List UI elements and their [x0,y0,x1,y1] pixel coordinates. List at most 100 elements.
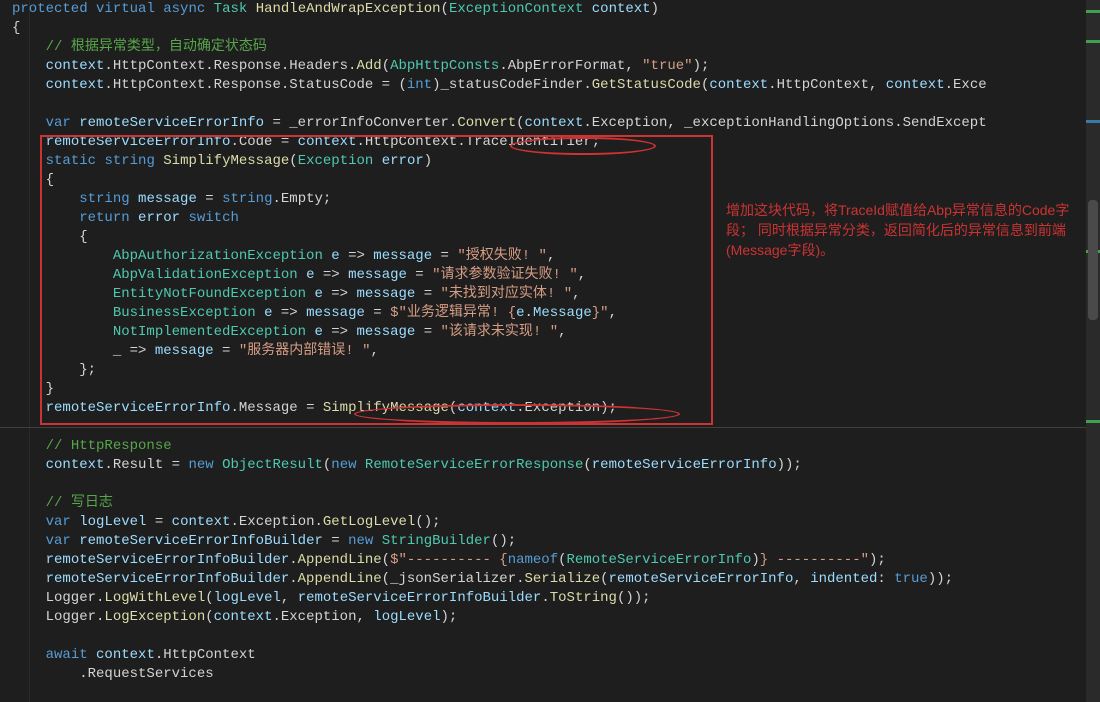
vertical-scrollbar[interactable] [1086,0,1100,702]
code-token-kw: string [79,191,129,207]
code-token-pl: ); [869,552,886,568]
code-token-pl: { [12,229,88,245]
code-token-pl [12,210,79,226]
code-token-param: message [155,343,214,359]
code-token-pl: ()); [617,590,651,606]
code-token-kw: async [163,1,205,17]
code-token-method: Add [356,58,381,74]
code-line[interactable]: protected virtual async Task HandleAndWr… [12,0,1087,19]
code-token-comment: // 写日志 [46,495,113,511]
code-token-pl: .Message = [230,400,322,416]
code-token-param: context [457,400,516,416]
code-token-pl: .RequestServices [12,666,214,682]
code-editor[interactable]: protected virtual async Task HandleAndWr… [12,0,1087,684]
code-line[interactable] [12,475,1087,494]
code-token-pl [298,267,306,283]
code-line[interactable]: remoteServiceErrorInfo.Message = Simplif… [12,399,1087,418]
code-token-param: context [525,115,584,131]
code-token-pl: (_jsonSerializer. [382,571,525,587]
code-token-pl [12,533,46,549]
code-line[interactable]: BusinessException e => message = $"业务逻辑异… [12,304,1087,323]
code-line[interactable]: remoteServiceErrorInfoBuilder.AppendLine… [12,570,1087,589]
code-token-pl [12,153,46,169]
code-token-pl: = [365,305,390,321]
code-token-type: AbpValidationException [113,267,298,283]
code-line[interactable]: var logLevel = context.Exception.GetLogL… [12,513,1087,532]
code-token-pl [12,628,20,644]
code-line[interactable]: AbpValidationException e => message = "请… [12,266,1087,285]
code-token-type: NotImplementedException [113,324,306,340]
annotation-note: 增加这块代码，将TraceId赋值给Abp异常信息的Code字段； 同时根据异常… [726,200,1086,260]
scrollbar-info-mark [1086,120,1100,123]
code-token-kw: await [46,647,88,663]
code-token-pl: .HttpContext.Response.Headers. [104,58,356,74]
code-line[interactable]: // HttpResponse [12,437,1087,456]
code-token-str: } ----------" [760,552,869,568]
code-token-pl: _ => [12,343,155,359]
code-token-pl: .AbpErrorFormat, [499,58,642,74]
scrollbar-thumb[interactable] [1088,200,1098,320]
code-line[interactable]: remoteServiceErrorInfo.Code = context.Ht… [12,133,1087,152]
code-line[interactable]: context.Result = new ObjectResult(new Re… [12,456,1087,475]
code-line[interactable] [12,95,1087,114]
code-token-pl [12,191,79,207]
code-line[interactable]: context.HttpContext.Response.Headers.Add… [12,57,1087,76]
code-token-param: context [886,77,945,93]
code-token-kw: string [222,191,272,207]
code-line[interactable]: var remoteServiceErrorInfoBuilder = new … [12,532,1087,551]
code-token-method: GetStatusCode [592,77,701,93]
code-token-kw: new [348,533,373,549]
code-token-method: Serialize [525,571,601,587]
code-token-pl: Logger. [12,609,104,625]
code-line[interactable]: _ => message = "服务器内部错误! ", [12,342,1087,361]
code-token-pl [12,324,113,340]
code-token-pl: .Code = [230,134,297,150]
code-token-param: context [592,1,651,17]
code-token-pl [71,115,79,131]
code-line[interactable]: }; [12,361,1087,380]
code-line[interactable]: .RequestServices [12,665,1087,684]
code-line[interactable]: { [12,19,1087,38]
code-line[interactable]: } [12,380,1087,399]
code-token-param: remoteServiceErrorInfo [79,115,264,131]
code-line[interactable]: Logger.LogException(context.Exception, l… [12,608,1087,627]
code-line[interactable]: // 写日志 [12,494,1087,513]
code-token-pl [12,286,113,302]
code-line[interactable]: NotImplementedException e => message = "… [12,323,1087,342]
code-token-method: HandleAndWrapException [256,1,441,17]
code-token-pl: => [340,248,374,264]
code-token-pl: ( [583,457,591,473]
scrollbar-change-mark [1086,10,1100,13]
code-token-param: remoteServiceErrorInfo [592,457,777,473]
code-token-kw: var [46,533,71,549]
code-token-method: SimplifyMessage [323,400,449,416]
code-token-str: "请求参数验证失败! " [432,267,578,283]
code-line[interactable]: Logger.LogWithLevel(logLevel, remoteServ… [12,589,1087,608]
code-token-pl: .Result = [104,457,188,473]
code-line[interactable]: remoteServiceErrorInfoBuilder.AppendLine… [12,551,1087,570]
code-line[interactable] [12,627,1087,646]
code-token-type: BusinessException [113,305,256,321]
code-token-pl: = [415,286,440,302]
code-line[interactable]: var remoteServiceErrorInfo = _errorInfoC… [12,114,1087,133]
code-token-pl: => [323,286,357,302]
code-line[interactable]: { [12,171,1087,190]
code-token-param: remoteServiceErrorInfoBuilder [46,552,290,568]
code-token-type: ObjectResult [222,457,323,473]
code-token-pl: => [314,267,348,283]
code-line[interactable]: EntityNotFoundException e => message = "… [12,285,1087,304]
code-token-param: logLevel [373,609,440,625]
code-token-pl: ( [382,58,390,74]
code-token-kw: var [46,514,71,530]
code-token-type: EntityNotFoundException [113,286,306,302]
code-token-param: logLevel [79,514,146,530]
code-token-pl [12,248,113,264]
code-line[interactable]: static string SimplifyMessage(Exception … [12,152,1087,171]
code-token-pl: { [12,172,54,188]
code-token-pl: )); [928,571,953,587]
code-line[interactable]: context.HttpContext.Response.StatusCode … [12,76,1087,95]
code-token-comment: // 根据异常类型，自动确定状态码 [46,39,267,55]
code-line[interactable]: // 根据异常类型，自动确定状态码 [12,38,1087,57]
code-line[interactable]: await context.HttpContext [12,646,1087,665]
code-token-kw: protected [12,1,88,17]
